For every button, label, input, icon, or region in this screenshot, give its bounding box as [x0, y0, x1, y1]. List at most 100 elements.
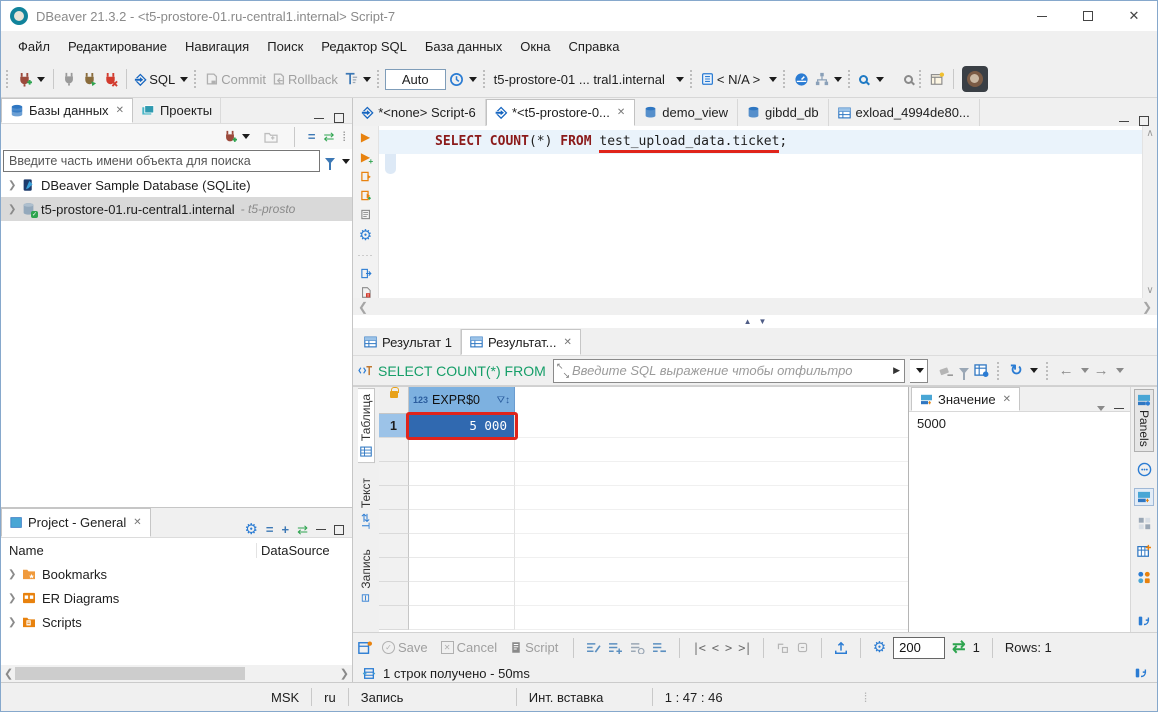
close-icon[interactable]: ✕: [1003, 394, 1011, 405]
edit-cell-icon[interactable]: [586, 642, 601, 654]
refetch-icon[interactable]: ⇄: [952, 640, 965, 656]
minimize-editor-icon[interactable]: [1119, 121, 1129, 122]
network-button[interactable]: [812, 67, 845, 92]
duplicate-row-icon[interactable]: [630, 642, 645, 654]
project-horizontal-scrollbar[interactable]: ❮ ❯: [1, 665, 352, 682]
view-menu-icon[interactable]: [1097, 406, 1105, 411]
tab-projects[interactable]: Проекты: [133, 98, 221, 123]
sql-editor-button[interactable]: ⎆ SQL: [132, 67, 191, 92]
prev-row-button[interactable]: <: [712, 641, 718, 655]
minimize-panel-icon[interactable]: [314, 118, 324, 119]
sql-code-area[interactable]: SELECT COUNT(*) FROM test_upload_data.ti…: [379, 126, 1142, 298]
editor-horizontal-scrollbar[interactable]: ❮ ❯: [353, 298, 1157, 315]
scrollbar-thumb[interactable]: [15, 667, 245, 680]
refresh-panel-icon[interactable]: [1134, 666, 1148, 680]
tab-result-2-active[interactable]: Результат... ✕: [461, 329, 581, 355]
expand-chevron-icon[interactable]: ❯: [8, 180, 16, 191]
aggregate-panel-icon[interactable]: [1134, 569, 1154, 587]
quick-search-button[interactable]: [901, 67, 916, 92]
active-connection-selector[interactable]: t5-prostore-01 ... tral1.internal: [491, 67, 687, 92]
rollback-button[interactable]: Rollback: [269, 67, 341, 92]
close-icon[interactable]: ✕: [133, 517, 141, 528]
grid-settings-icon[interactable]: [974, 364, 989, 377]
close-icon[interactable]: ✕: [617, 107, 625, 118]
maximize-button[interactable]: [1065, 1, 1111, 31]
scroll-up-icon[interactable]: ∧: [1146, 128, 1153, 139]
transaction-history-button[interactable]: [446, 67, 480, 92]
expand-all-icon[interactable]: +: [282, 523, 290, 536]
dashboard-button[interactable]: [791, 67, 812, 92]
edit-mode-icon[interactable]: [358, 641, 372, 655]
execute-script-icon[interactable]: [359, 171, 373, 182]
export-data-icon[interactable]: [834, 641, 848, 655]
scroll-left-icon[interactable]: ❮: [4, 667, 13, 680]
last-row-button[interactable]: >|: [738, 641, 750, 655]
tab-gibdd-db[interactable]: gibdd_db: [738, 99, 829, 126]
tree-item-scripts[interactable]: ❯ Scripts: [1, 610, 352, 634]
timezone-indicator[interactable]: MSK: [259, 688, 311, 706]
editor-settings-gear-icon[interactable]: ⚙: [359, 228, 372, 243]
expand-chevron-icon[interactable]: ❯: [8, 593, 16, 604]
scroll-down-icon[interactable]: ∨: [1146, 285, 1153, 296]
execute-statement-icon[interactable]: ▶: [361, 131, 370, 143]
save-button[interactable]: ✓ Save: [379, 635, 431, 660]
metadata-panel-icon[interactable]: [1134, 542, 1154, 560]
commit-mode-selector[interactable]: Auto: [385, 69, 446, 90]
chevron-down-icon[interactable]: [1081, 368, 1089, 373]
open-perspective-button[interactable]: [927, 67, 948, 92]
column-header-expr0[interactable]: 123 EXPR$0 ⛛↕: [409, 387, 515, 414]
editor-vertical-scrollbar[interactable]: ∧ ∨: [1142, 126, 1157, 298]
insert-mode-indicator[interactable]: Инт. вставка: [516, 688, 652, 706]
menu-search[interactable]: Поиск: [258, 35, 312, 58]
editor-results-sash[interactable]: ▲ ▼: [353, 315, 1157, 328]
tab-value[interactable]: Значение ✕: [911, 387, 1020, 411]
save-filter-icon[interactable]: [959, 368, 969, 374]
dbeaver-home-button[interactable]: [962, 66, 988, 92]
new-connection-button[interactable]: [14, 67, 48, 92]
tab-demo-view[interactable]: demo_view: [635, 99, 738, 126]
refresh-results-icon[interactable]: ↻: [1010, 363, 1023, 378]
language-indicator[interactable]: ru: [311, 688, 348, 706]
menu-windows[interactable]: Окна: [511, 35, 559, 58]
close-icon[interactable]: ✕: [116, 105, 124, 116]
column-name[interactable]: Name: [1, 543, 256, 558]
tab-databases[interactable]: Базы данных ✕: [1, 98, 133, 123]
filter-sort-icon[interactable]: ⛛↕: [497, 395, 510, 406]
close-icon[interactable]: ✕: [564, 337, 572, 348]
execute-new-tab-icon[interactable]: ▶+: [361, 151, 370, 163]
sash-up-icon[interactable]: ▲: [744, 317, 752, 326]
clear-filter-icon[interactable]: [939, 365, 954, 377]
filter-expression-input[interactable]: [572, 363, 889, 378]
fetch-size-input[interactable]: [893, 637, 945, 659]
record-mode-indicator[interactable]: Запись: [348, 688, 516, 706]
menu-edit[interactable]: Редактирование: [59, 35, 176, 58]
next-row-button[interactable]: >: [725, 641, 731, 655]
presentation-tab-record[interactable]: ⊟ Запись: [358, 544, 374, 608]
chevron-down-icon[interactable]: [1116, 368, 1124, 373]
menu-help[interactable]: Справка: [560, 35, 629, 58]
tab-project-general[interactable]: Project - General ✕: [1, 508, 151, 537]
maximize-editor-icon[interactable]: [1139, 116, 1149, 126]
tree-item-t5-prostore[interactable]: ❯ ✓ t5-prostore-01.ru-central1.internal …: [1, 197, 352, 221]
nav-back-icon[interactable]: ←: [1059, 363, 1074, 378]
tab-exload[interactable]: exload_4994de80...: [829, 99, 980, 126]
transaction-log-button[interactable]: [341, 67, 374, 92]
scroll-left-icon[interactable]: ❮: [358, 300, 368, 314]
add-row-icon[interactable]: [608, 642, 623, 654]
selected-cell-value[interactable]: 5 000: [409, 414, 515, 438]
expand-filter-icon[interactable]: [558, 366, 568, 376]
reconnect-button[interactable]: [79, 67, 100, 92]
cursor-position-indicator[interactable]: 1 : 47 : 46: [652, 688, 768, 706]
active-schema-selector[interactable]: < N/A >: [698, 67, 780, 92]
object-search-input[interactable]: [3, 150, 320, 172]
maximize-panel-icon[interactable]: [334, 113, 344, 123]
link-with-editor-icon[interactable]: ⇄: [297, 523, 308, 536]
expand-chevron-icon[interactable]: ❯: [8, 569, 16, 580]
minimize-panel-icon[interactable]: [1114, 408, 1124, 409]
collapse-all-icon[interactable]: =: [266, 523, 274, 536]
view-menu-icon[interactable]: ⁞: [342, 130, 346, 143]
collapse-all-icon[interactable]: =: [308, 130, 316, 143]
navigator-new-connection-button[interactable]: [220, 124, 253, 149]
commit-button[interactable]: Commit: [202, 67, 269, 92]
chevron-down-icon[interactable]: [342, 159, 350, 164]
